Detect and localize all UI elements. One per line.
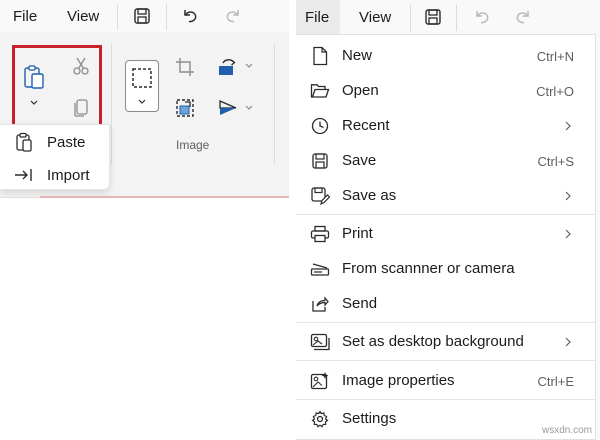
share-icon [310,294,330,314]
settings-gear-icon [310,409,330,429]
menu-bar: File View [0,0,289,32]
menu-separator [296,322,596,323]
rectangle-selection-icon [131,67,153,89]
paint-window-ribbon: File View Image Paste Import [0,0,289,440]
menu-separator [296,360,596,361]
save-icon[interactable] [422,6,444,28]
watermark-text: wsxdn.com [541,425,592,436]
menu-file[interactable]: File [305,9,329,26]
selection-tool-button[interactable] [125,60,159,112]
selection-dropdown-chevron-icon[interactable] [136,97,148,107]
import-label: Import [47,167,90,184]
rotate-icon[interactable] [216,56,240,78]
resize-image-icon[interactable] [174,97,196,119]
menu-item-print[interactable]: Print [296,219,596,249]
undo-icon[interactable] [471,6,493,28]
menu-item-label: Recent [342,117,390,134]
shortcut-text: Ctrl+S [537,154,574,169]
menu-item-label: Open [342,82,379,99]
scanner-icon [310,259,330,279]
chevron-right-icon [562,118,574,134]
chevron-right-icon [562,334,574,350]
menu-item-recent[interactable]: Recent [296,111,596,141]
file-menu-dropdown: New Ctrl+N Open Ctrl+O Recent Save Ctrl+… [296,34,596,440]
image-group-label: Image [176,138,210,152]
shortcut-text: Ctrl+N [536,49,574,64]
shortcut-text: Ctrl+O [536,84,574,99]
import-icon [14,165,34,185]
paste-menu-item[interactable]: Paste [0,127,110,157]
printer-icon [310,224,330,244]
menu-view[interactable]: View [359,9,391,26]
flip-icon[interactable] [216,97,240,119]
redo-icon[interactable] [222,5,244,27]
menubar-divider [166,4,167,30]
import-menu-item[interactable]: Import [0,160,110,190]
chevron-right-icon [562,226,574,242]
menubar-divider [410,5,411,31]
clock-icon [310,116,330,136]
paste-clipboard-icon[interactable] [21,62,47,92]
menu-item-save[interactable]: Save Ctrl+S [296,146,596,176]
menu-item-from-scanner-or-camera[interactable]: From scannner or camera [296,254,596,284]
image-properties-icon [310,371,330,391]
rotate-dropdown-chevron-icon[interactable] [243,61,255,71]
folder-open-icon [310,81,330,101]
flip-dropdown-chevron-icon[interactable] [243,103,255,113]
menubar-divider [456,5,457,31]
menu-separator [296,399,596,400]
menu-item-send[interactable]: Send [296,289,596,319]
cut-scissors-icon[interactable] [70,55,92,77]
ribbon-divider [274,44,275,164]
menu-bar: File View [296,0,600,34]
menu-item-image-properties[interactable]: Image properties Ctrl+E [296,366,596,396]
save-as-icon [310,186,330,206]
menu-item-label: Print [342,225,373,242]
redo-icon[interactable] [512,6,534,28]
menu-item-new[interactable]: New Ctrl+N [296,41,596,71]
ribbon-divider [111,44,112,164]
save-icon [310,151,330,171]
menu-item-label: Image properties [342,372,455,389]
menu-separator [296,214,596,215]
menu-item-label: Set as desktop background [342,333,524,350]
menu-item-open[interactable]: Open Ctrl+O [296,76,596,106]
paste-label: Paste [47,134,86,151]
menubar-divider [117,4,118,30]
shortcut-text: Ctrl+E [537,374,574,389]
new-file-icon [310,46,330,66]
menu-view[interactable]: View [67,8,99,25]
paste-dropdown-chevron-icon[interactable] [27,97,41,109]
desktop-background-icon [310,332,330,352]
menu-item-label: Send [342,295,378,312]
menu-item-set-as-desktop-background[interactable]: Set as desktop background [296,327,596,357]
save-icon[interactable] [131,5,153,27]
copy-icon[interactable] [71,97,91,119]
paint-window-file-menu: File View New Ctrl+N Open Ctrl+O Recent … [296,0,600,440]
menu-item-label: Save [342,152,377,169]
menu-item-label: New [342,47,373,64]
undo-icon[interactable] [179,5,201,27]
canvas-top-edge [40,196,289,198]
chevron-right-icon [562,188,574,204]
paste-dropdown-menu: Paste Import [0,124,110,190]
paste-icon [14,132,34,152]
menu-file[interactable]: File [13,8,37,25]
crop-icon[interactable] [174,56,196,78]
menu-item-label: From scannner or camera [342,260,515,277]
menu-item-label: Settings [342,410,397,427]
menu-item-label: Save as [342,187,397,204]
menu-item-save-as[interactable]: Save as [296,181,596,211]
